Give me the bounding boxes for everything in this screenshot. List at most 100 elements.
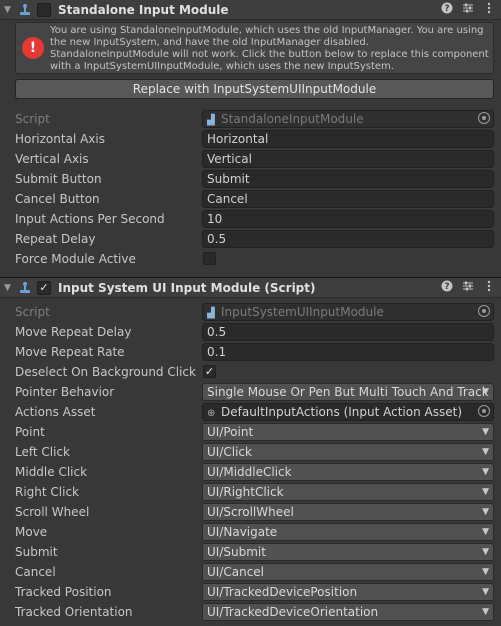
vertical-axis-input[interactable]: Vertical bbox=[202, 150, 494, 168]
middle-click-action-row: Middle Click UI/MiddleClick ▼ bbox=[0, 462, 501, 482]
tracked-position-action-dropdown[interactable]: UI/TrackedDevicePosition ▼ bbox=[202, 583, 494, 601]
cancel-button-input[interactable]: Cancel bbox=[202, 190, 494, 208]
horizontal-axis-input[interactable]: Horizontal bbox=[202, 130, 494, 148]
right-click-action-dropdown[interactable]: UI/RightClick ▼ bbox=[202, 483, 494, 501]
dropdown-value: UI/Navigate bbox=[207, 525, 278, 539]
force-module-checkbox[interactable] bbox=[203, 252, 216, 265]
error-icon: ! bbox=[22, 37, 44, 59]
tracked-position-action-row: Tracked Position UI/TrackedDevicePosition… bbox=[0, 582, 501, 602]
deselect-checkbox[interactable]: ✓ bbox=[203, 365, 216, 378]
component-icon bbox=[17, 3, 33, 17]
dropdown-arrow-icon: ▼ bbox=[482, 527, 489, 537]
submit-button-input[interactable]: Submit bbox=[202, 170, 494, 188]
dropdown-arrow-icon: ▼ bbox=[482, 427, 489, 437]
dropdown-value: Single Mouse Or Pen But Multi Touch And … bbox=[207, 385, 489, 399]
ui-script-value: InputSystemUIInputModule bbox=[221, 305, 384, 319]
script-label: Script bbox=[15, 112, 50, 126]
field-label: Move bbox=[15, 525, 48, 539]
dropdown-arrow-icon: ▼ bbox=[482, 587, 489, 597]
field-label: Pointer Behavior bbox=[15, 385, 115, 399]
force-module-row: Force Module Active bbox=[0, 249, 501, 269]
help-icon[interactable]: ? bbox=[441, 280, 453, 295]
actions-per-second-input[interactable]: 10 bbox=[202, 210, 494, 228]
vertical-axis-row: Vertical Axis Vertical bbox=[0, 149, 501, 169]
field-label: Vertical Axis bbox=[15, 152, 89, 166]
ui-module-enable-checkbox[interactable]: ✓ bbox=[37, 280, 51, 295]
field-label: Cancel Button bbox=[15, 192, 100, 206]
svg-text:?: ? bbox=[444, 282, 449, 292]
field-label: Submit bbox=[15, 545, 58, 559]
kebab-menu-icon[interactable] bbox=[483, 2, 495, 17]
dropdown-value: UI/RightClick bbox=[207, 485, 284, 499]
submit-button-row: Submit Button Submit bbox=[0, 169, 501, 189]
pointer-behavior-dropdown[interactable]: Single Mouse Or Pen But Multi Touch And … bbox=[202, 383, 494, 401]
move-repeat-rate-row: Move Repeat Rate 0.1 bbox=[0, 342, 501, 362]
script-file-icon: ▟ bbox=[207, 308, 215, 319]
scroll-wheel-action-row: Scroll Wheel UI/ScrollWheel ▼ bbox=[0, 502, 501, 522]
ui-module-title: Input System UI Input Module (Script) bbox=[58, 280, 316, 295]
right-click-action-row: Right Click UI/RightClick ▼ bbox=[0, 482, 501, 502]
horizontal-axis-row: Horizontal Axis Horizontal bbox=[0, 129, 501, 149]
dropdown-arrow-icon: ▼ bbox=[482, 567, 489, 577]
input-actions-asset-icon: ⊕ bbox=[207, 408, 216, 419]
move-repeat-delay-input[interactable]: 0.5 bbox=[202, 323, 494, 341]
submit-action-row: Submit UI/Submit ▼ bbox=[0, 542, 501, 562]
ui-module-header[interactable]: ▼ ✓ Input System UI Input Module (Script… bbox=[0, 277, 501, 298]
dropdown-value: UI/TrackedDevicePosition bbox=[207, 585, 358, 599]
dropdown-arrow-icon: ▼ bbox=[482, 487, 489, 497]
replace-module-button[interactable]: Replace with InputSystemUIInputModule bbox=[15, 79, 494, 99]
dropdown-value: UI/Cancel bbox=[207, 565, 265, 579]
repeat-delay-input[interactable]: 0.5 bbox=[202, 230, 494, 248]
script-value: StandaloneInputModule bbox=[221, 112, 364, 126]
move-action-dropdown[interactable]: UI/Navigate ▼ bbox=[202, 523, 494, 541]
help-icon[interactable]: ? bbox=[441, 2, 453, 17]
foldout-arrow-icon[interactable]: ▼ bbox=[4, 5, 14, 15]
tracked-orientation-action-row: Tracked Orientation UI/TrackedDeviceOrien… bbox=[0, 602, 501, 622]
field-label: Left Click bbox=[15, 445, 70, 459]
standalone-enable-checkbox[interactable] bbox=[37, 2, 51, 17]
actions-asset-field[interactable]: ⊕ DefaultInputActions (Input Action Asset… bbox=[202, 403, 494, 421]
presets-icon[interactable] bbox=[462, 2, 474, 17]
actions-asset-value: DefaultInputActions (Input Action Asset) bbox=[221, 405, 463, 419]
deselect-row: Deselect On Background Click ✓ bbox=[0, 362, 501, 382]
field-label: Tracked Position bbox=[15, 585, 112, 599]
dropdown-value: UI/Click bbox=[207, 445, 252, 459]
move-action-row: Move UI/Navigate ▼ bbox=[0, 522, 501, 542]
foldout-arrow-icon[interactable]: ▼ bbox=[4, 283, 14, 293]
standalone-module-title: Standalone Input Module bbox=[58, 2, 229, 17]
middle-click-action-dropdown[interactable]: UI/MiddleClick ▼ bbox=[202, 463, 494, 481]
point-action-row: Point UI/Point ▼ bbox=[0, 422, 501, 442]
standalone-module-header[interactable]: ▼ Standalone Input Module ? bbox=[0, 0, 501, 20]
move-repeat-delay-row: Move Repeat Delay 0.5 bbox=[0, 322, 501, 342]
field-label: Actions Asset bbox=[15, 405, 96, 419]
actions-per-second-row: Input Actions Per Second 10 bbox=[0, 209, 501, 229]
pointer-behavior-row: Pointer Behavior Single Mouse Or Pen But… bbox=[0, 382, 501, 402]
point-action-dropdown[interactable]: UI/Point ▼ bbox=[202, 423, 494, 441]
script-field: ▟ StandaloneInputModule bbox=[202, 110, 494, 128]
submit-action-dropdown[interactable]: UI/Submit ▼ bbox=[202, 543, 494, 561]
cancel-button-row: Cancel Button Cancel bbox=[0, 189, 501, 209]
field-label: Horizontal Axis bbox=[15, 132, 105, 146]
dropdown-value: UI/ScrollWheel bbox=[207, 505, 294, 519]
object-picker-icon[interactable] bbox=[478, 405, 490, 417]
scroll-wheel-action-dropdown[interactable]: UI/ScrollWheel ▼ bbox=[202, 503, 494, 521]
svg-text:?: ? bbox=[444, 4, 449, 14]
tracked-orientation-action-dropdown[interactable]: UI/TrackedDeviceOrientation ▼ bbox=[202, 603, 494, 621]
actions-asset-row: Actions Asset ⊕ DefaultInputActions (Inpu… bbox=[0, 402, 501, 422]
kebab-menu-icon[interactable] bbox=[483, 280, 495, 295]
move-repeat-rate-input[interactable]: 0.1 bbox=[202, 343, 494, 361]
dropdown-value: UI/Submit bbox=[207, 545, 266, 559]
cancel-action-dropdown[interactable]: UI/Cancel ▼ bbox=[202, 563, 494, 581]
field-label: Submit Button bbox=[15, 172, 102, 186]
field-label: Scroll Wheel bbox=[15, 505, 90, 519]
field-label: Repeat Delay bbox=[15, 232, 96, 246]
component-icon bbox=[17, 281, 33, 295]
field-label: Deselect On Background Click bbox=[15, 365, 196, 379]
field-label: Tracked Orientation bbox=[15, 605, 133, 619]
dropdown-arrow-icon: ▼ bbox=[482, 607, 489, 617]
ui-script-field: ▟ InputSystemUIInputModule bbox=[202, 303, 494, 321]
dropdown-value: UI/TrackedDeviceOrientation bbox=[207, 605, 379, 619]
left-click-action-dropdown[interactable]: UI/Click ▼ bbox=[202, 443, 494, 461]
presets-icon[interactable] bbox=[462, 280, 474, 295]
ui-script-row: Script ▟ InputSystemUIInputModule bbox=[0, 302, 501, 322]
